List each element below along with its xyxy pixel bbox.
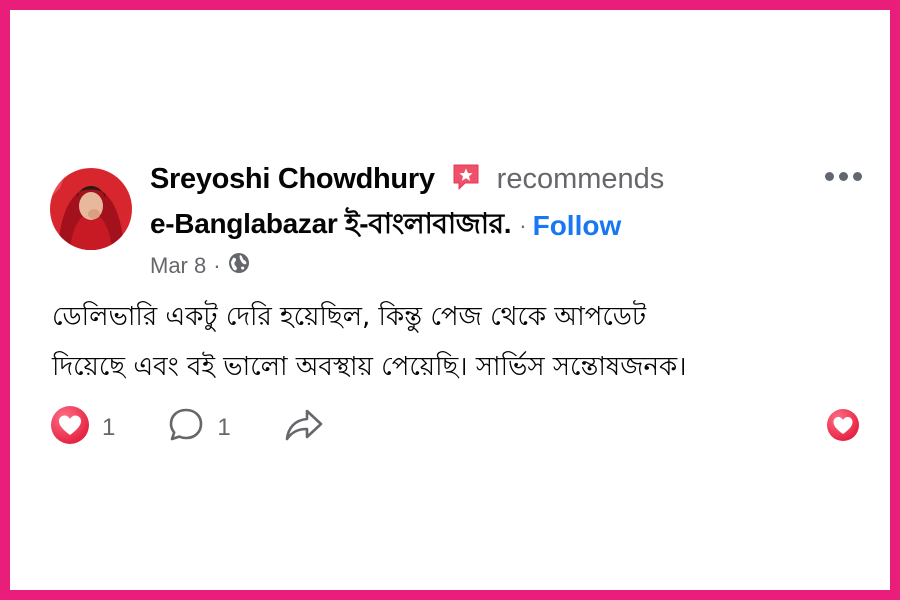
comment-count: 1: [217, 413, 231, 441]
page-line: e-Banglabazar ই-বাংলাবাজার. · Follow: [150, 202, 621, 249]
separator-dot: ·: [519, 212, 527, 238]
follow-button[interactable]: Follow: [533, 210, 622, 242]
post-header-line: Sreyoshi Chowdhury recommends: [150, 162, 664, 197]
author-name[interactable]: Sreyoshi Chowdhury: [150, 163, 435, 196]
meta-dot: ·: [213, 253, 221, 278]
love-count: 1: [102, 413, 116, 441]
love-reaction-icon: [50, 405, 90, 450]
post-date[interactable]: Mar 8: [150, 253, 206, 279]
reaction-summary[interactable]: [826, 408, 860, 447]
action-bar: 1 1: [50, 405, 325, 450]
comment-button[interactable]: 1: [167, 406, 231, 449]
review-card: Sreyoshi Chowdhury recommends e-Banglaba…: [10, 10, 890, 590]
comment-icon: [167, 406, 205, 449]
post-body-line: ডেলিভারি একটু দেরি হয়েছিল, কিন্তু পেজ থ…: [52, 302, 647, 332]
love-reaction-icon: [826, 409, 860, 446]
share-icon: [283, 406, 325, 449]
post-body-line: দিয়েছে এবং বই ভালো অবস্থায় পেয়েছি। সা…: [52, 352, 687, 382]
share-button[interactable]: [283, 406, 325, 449]
love-reaction-button[interactable]: 1: [50, 405, 115, 450]
avatar[interactable]: [50, 168, 132, 250]
page-name[interactable]: e-Banglabazar ই-বাংলাবাজার.: [150, 202, 512, 249]
post-body: ডেলিভারি একটু দেরি হয়েছিল, কিন্তু পেজ থ…: [52, 292, 872, 392]
more-options-icon[interactable]: [825, 172, 862, 181]
globe-icon[interactable]: [228, 252, 250, 280]
recommends-text: recommends: [496, 163, 665, 195]
recommend-badge-icon: [451, 162, 481, 197]
post-meta: Mar 8 ·: [150, 252, 250, 280]
